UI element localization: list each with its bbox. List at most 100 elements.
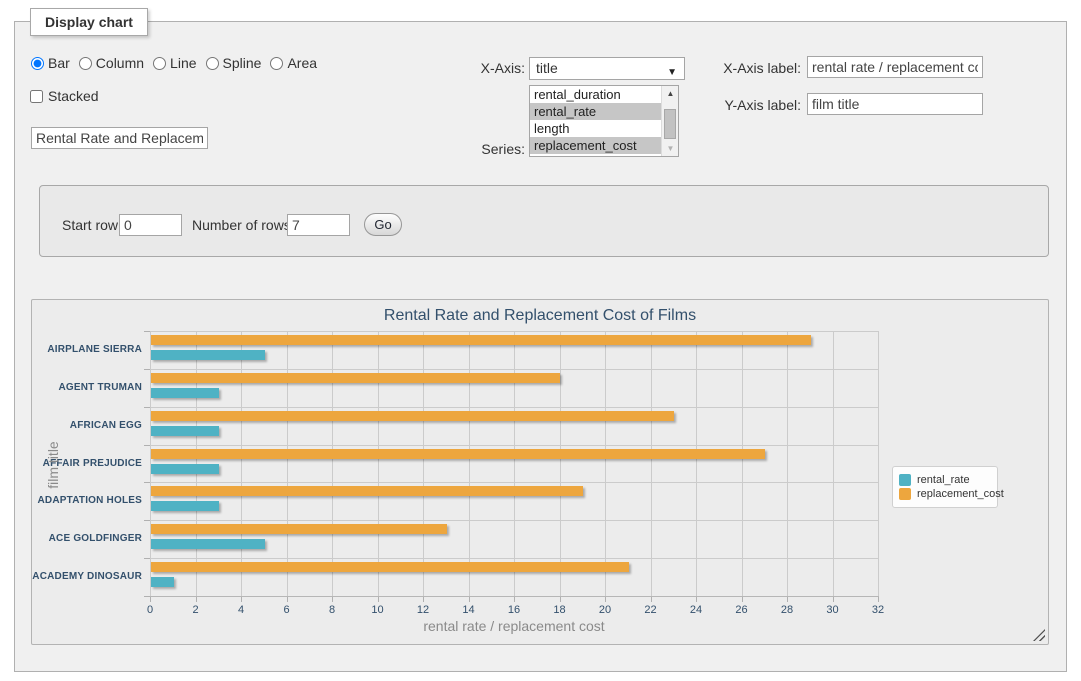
resize-handle-icon[interactable]: [1033, 629, 1045, 641]
gridline-horizontal: [150, 520, 878, 521]
page: Display chart BarColumnLineSplineArea St…: [0, 0, 1081, 681]
category-label: ACADEMY DINOSAUR: [32, 571, 142, 582]
x-tick-label: 20: [588, 604, 622, 616]
bar-replacement_cost[interactable]: [151, 411, 674, 421]
series-scrollbar[interactable]: ▲ ▼: [661, 86, 678, 156]
x-axis-select-label: X-Axis:: [471, 60, 525, 76]
y-axis-tick: [144, 520, 150, 521]
chart-type-option-column: Column: [79, 55, 144, 71]
bar-rental_rate[interactable]: [151, 350, 265, 360]
chart-title-input[interactable]: [31, 127, 208, 149]
bar-replacement_cost[interactable]: [151, 524, 447, 534]
stacked-checkbox[interactable]: [30, 90, 43, 103]
chart-type-radio-area[interactable]: [270, 57, 283, 70]
start-row-input[interactable]: [119, 214, 182, 236]
x-tick-label: 22: [634, 604, 668, 616]
bar-rental_rate[interactable]: [151, 577, 174, 587]
bar-rental_rate[interactable]: [151, 426, 219, 436]
gridline-vertical: [469, 331, 470, 596]
start-row-label: Start row:: [62, 217, 122, 233]
chart-legend: rental_rate replacement_cost: [892, 466, 998, 508]
x-axis-select[interactable]: title ▼: [529, 57, 685, 80]
legend-swatch-icon: [899, 488, 911, 500]
bar-replacement_cost[interactable]: [151, 449, 765, 459]
y-axis-tick: [144, 482, 150, 483]
x-tick-label: 32: [861, 604, 895, 616]
chart-type-radio-bar[interactable]: [31, 57, 44, 70]
series-option-rental_rate[interactable]: rental_rate: [530, 103, 661, 120]
x-axis-label-caption: X-Axis label:: [715, 60, 801, 76]
y-axis-title: film title: [45, 400, 61, 530]
x-tick-label: 10: [361, 604, 395, 616]
series-select-label: Series:: [473, 141, 525, 157]
series-option-replacement_cost[interactable]: replacement_cost: [530, 137, 661, 154]
bar-replacement_cost[interactable]: [151, 373, 560, 383]
fieldset-legend-title: Display chart: [30, 8, 148, 36]
x-tick-label: 14: [452, 604, 486, 616]
chart-type-radio-label: Spline: [223, 55, 262, 71]
series-options: rental_durationrental_ratelengthreplacem…: [530, 86, 661, 156]
x-tick-label: 18: [543, 604, 577, 616]
bar-replacement_cost[interactable]: [151, 486, 583, 496]
x-tick-label: 6: [270, 604, 304, 616]
series-option-rental_duration[interactable]: rental_duration: [530, 86, 661, 103]
x-tick-label: 2: [179, 604, 213, 616]
number-of-rows-input[interactable]: [287, 214, 350, 236]
gridline-horizontal: [150, 407, 878, 408]
bar-rental_rate[interactable]: [151, 501, 219, 511]
gridline-vertical: [560, 331, 561, 596]
gridline-horizontal: [150, 331, 878, 332]
x-tick-label: 0: [133, 604, 167, 616]
gridline-horizontal: [150, 445, 878, 446]
bar-replacement_cost[interactable]: [151, 335, 811, 345]
x-axis-label-input[interactable]: [807, 56, 983, 78]
chart-type-radio-label: Bar: [48, 55, 70, 71]
chart-container: Rental Rate and Replacement Cost of Film…: [31, 299, 1049, 645]
gridline-vertical: [378, 331, 379, 596]
stacked-label: Stacked: [48, 88, 99, 104]
legend-item-rental_rate[interactable]: rental_rate: [899, 474, 991, 486]
y-axis-tick: [144, 407, 150, 408]
y-axis-label-caption: Y-Axis label:: [715, 97, 801, 113]
x-tick-label: 12: [406, 604, 440, 616]
series-option-length[interactable]: length: [530, 120, 661, 137]
gridline-vertical: [514, 331, 515, 596]
y-axis-label-input[interactable]: [807, 93, 983, 115]
y-axis-tick: [144, 331, 150, 332]
series-listbox[interactable]: rental_durationrental_ratelengthreplacem…: [529, 85, 679, 157]
chart-type-option-bar: Bar: [31, 55, 70, 71]
y-axis-tick: [144, 558, 150, 559]
bar-rental_rate[interactable]: [151, 388, 219, 398]
gridline-vertical: [833, 331, 834, 596]
legend-label: replacement_cost: [917, 488, 1004, 500]
bar-rental_rate[interactable]: [151, 464, 219, 474]
y-axis-tick: [144, 369, 150, 370]
bar-rental_rate[interactable]: [151, 539, 265, 549]
chart-type-radio-label: Area: [287, 55, 317, 71]
gridline-vertical: [878, 331, 879, 596]
legend-item-replacement_cost[interactable]: replacement_cost: [899, 488, 991, 500]
dropdown-arrow-icon: ▼: [667, 62, 677, 83]
chart-type-radio-spline[interactable]: [206, 57, 219, 70]
go-button[interactable]: Go: [364, 213, 402, 236]
scroll-down-icon[interactable]: ▼: [662, 141, 679, 156]
gridline-horizontal: [150, 558, 878, 559]
gridline-vertical: [423, 331, 424, 596]
chart-type-option-spline: Spline: [206, 55, 262, 71]
gridline-vertical: [787, 331, 788, 596]
gridline-horizontal: [150, 482, 878, 483]
category-label: ACE GOLDFINGER: [32, 533, 142, 544]
number-of-rows-label: Number of rows:: [192, 217, 295, 233]
scroll-up-icon[interactable]: ▲: [662, 86, 679, 101]
gridline-vertical: [742, 331, 743, 596]
bar-replacement_cost[interactable]: [151, 562, 629, 572]
chart-type-radio-column[interactable]: [79, 57, 92, 70]
display-chart-fieldset: Display chart BarColumnLineSplineArea St…: [14, 21, 1067, 672]
chart-type-radio-line[interactable]: [153, 57, 166, 70]
gridline-vertical: [605, 331, 606, 596]
legend-swatch-icon: [899, 474, 911, 486]
category-label: AGENT TRUMAN: [32, 382, 142, 393]
scrollbar-thumb[interactable]: [664, 109, 676, 139]
x-axis-title: rental rate / replacement cost: [150, 618, 878, 634]
gridline-vertical: [696, 331, 697, 596]
